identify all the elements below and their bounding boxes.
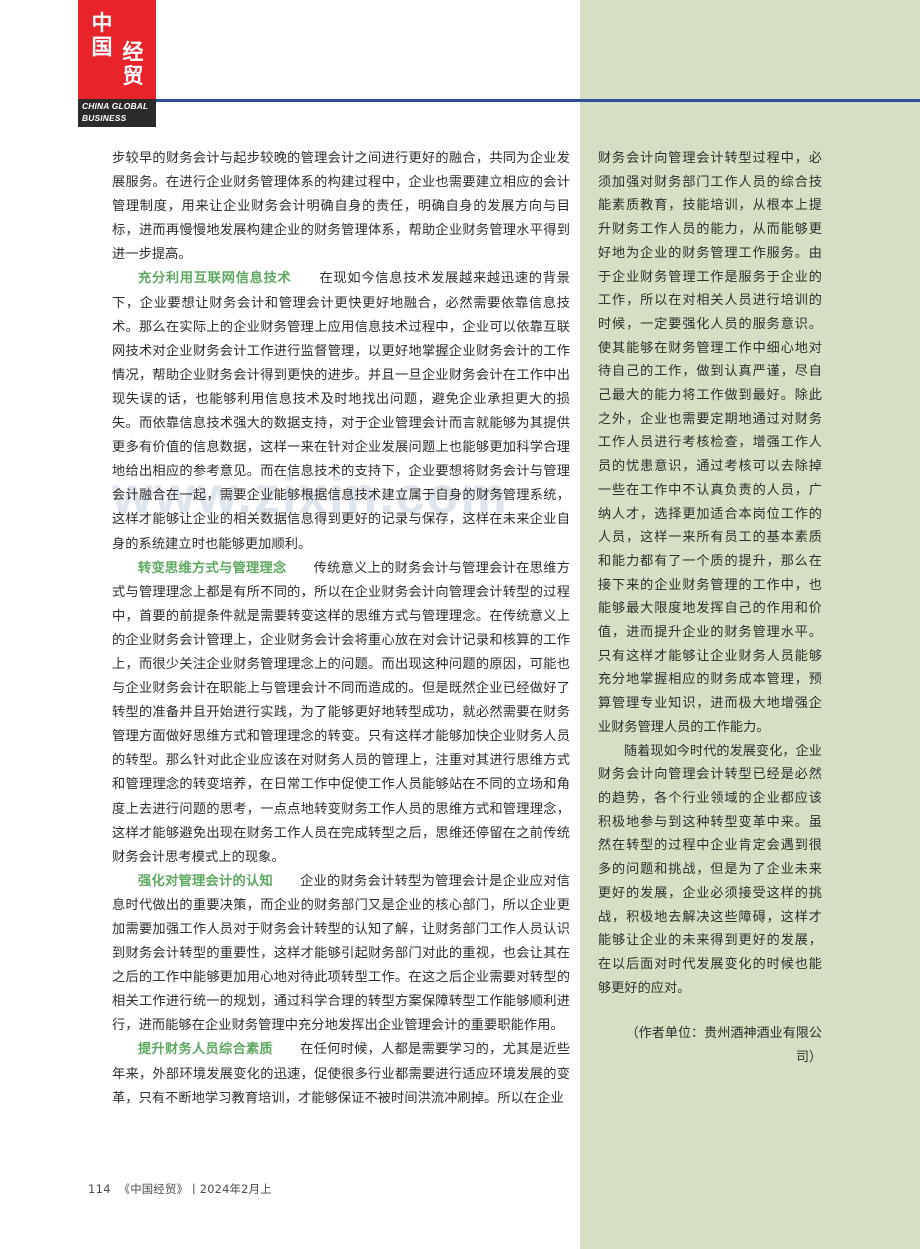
logo-dark-block: CHINA GLOBAL BUSINESS xyxy=(78,99,156,127)
paragraph-text: 传统意义上的财务会计与管理会计在思维方式与管理理念上都是有所不同的，所以在企业财… xyxy=(112,560,570,865)
logo-english-line1: CHINA GLOBAL xyxy=(82,101,149,111)
footer-spacer xyxy=(111,1182,119,1196)
left-text-column: 步较早的财务会计与起步较晚的管理会计之间进行更好的融合，共同为企业发展服务。在进… xyxy=(112,147,570,1111)
heading-spacer xyxy=(273,1042,300,1057)
heading-spacer xyxy=(292,271,320,286)
footer-separator: 丨 xyxy=(188,1182,200,1196)
logo-red-block: 中国 经贸 xyxy=(78,0,156,99)
page-footer: 114 《中国经贸》丨2024年2月上 xyxy=(88,1181,272,1197)
footer-page-number: 114 xyxy=(88,1182,111,1196)
right-text-column: 财务会计向管理会计转型过程中，必须加强对财务部门工作人员的综合技能素质教育，技能… xyxy=(598,147,822,1070)
footer-issue: 2024年2月上 xyxy=(199,1182,272,1196)
paragraph-text: 企业的财务会计转型为管理会计是企业应对信息时代做出的重要决策，而企业的财务部门又… xyxy=(112,873,571,1034)
section-heading-staff-quality: 提升财务人员综合素质 xyxy=(138,1042,274,1058)
section-heading-mindset-change: 转变思维方式与管理理念 xyxy=(138,560,287,576)
section-paragraph-awareness: 强化对管理会计的认知 企业的财务会计转型为管理会计是企业应对信息时代做出的重要决… xyxy=(112,870,570,1039)
section-heading-awareness: 强化对管理会计的认知 xyxy=(138,873,274,889)
logo-english-name: CHINA GLOBAL BUSINESS xyxy=(82,101,154,124)
section-paragraph-internet-tech: 充分利用互联网信息技术 在现如今信息技术发展越来越迅速的背景下，企业要想让财务会… xyxy=(112,267,570,556)
section-paragraph-mindset-change: 转变思维方式与管理理念 传统意义上的财务会计与管理会计在思维方式与管理理念上都是… xyxy=(112,557,570,870)
paragraph-text: 在现如今信息技术发展越来越迅速的背景下，企业要想让财务会计和管理会计更快更好地融… xyxy=(112,271,570,552)
author-affiliation-note: （作者单位：贵州酒神酒业有限公司） xyxy=(625,1026,822,1066)
header-rule-line xyxy=(156,99,920,102)
logo-english-line2: BUSINESS xyxy=(82,112,127,123)
paragraph-text: 财务会计向管理会计转型过程中，必须加强对财务部门工作人员的综合技能素质教育，技能… xyxy=(598,151,822,735)
paragraph-text: 步较早的财务会计与起步较晚的管理会计之间进行更好的融合，共同为企业发展服务。在进… xyxy=(112,151,570,263)
right-paragraph-continuation: 财务会计向管理会计转型过程中，必须加强对财务部门工作人员的综合技能素质教育，技能… xyxy=(598,147,822,740)
heading-spacer xyxy=(273,874,300,889)
heading-spacer xyxy=(287,561,314,576)
right-paragraph-conclusion: 随着现如今时代的发展变化，企业财务会计向管理会计转型已经是必然的趋势，各个行业领… xyxy=(598,740,822,1001)
masthead-logo: 中国 经贸 CHINA GLOBAL BUSINESS xyxy=(78,0,156,127)
paragraph-continuation: 步较早的财务会计与起步较晚的管理会计之间进行更好的融合，共同为企业发展服务。在进… xyxy=(112,147,570,267)
paragraph-text: 随着现如今时代的发展变化，企业财务会计向管理会计转型已经是必然的趋势，各个行业领… xyxy=(598,743,822,996)
logo-chinese-top: 中国 xyxy=(91,11,113,59)
logo-chinese-bottom: 经贸 xyxy=(122,40,144,88)
footer-journal-title: 《中国经贸》 xyxy=(118,1182,189,1196)
section-paragraph-staff-quality: 提升财务人员综合素质 在任何时候，人都是需要学习的，尤其是近些年来，外部环境发展… xyxy=(112,1038,570,1110)
section-heading-internet-tech: 充分利用互联网信息技术 xyxy=(138,271,292,287)
magazine-page: www.zixin.com 中国 经贸 CHINA GLOBAL BUSINES… xyxy=(0,0,920,1249)
